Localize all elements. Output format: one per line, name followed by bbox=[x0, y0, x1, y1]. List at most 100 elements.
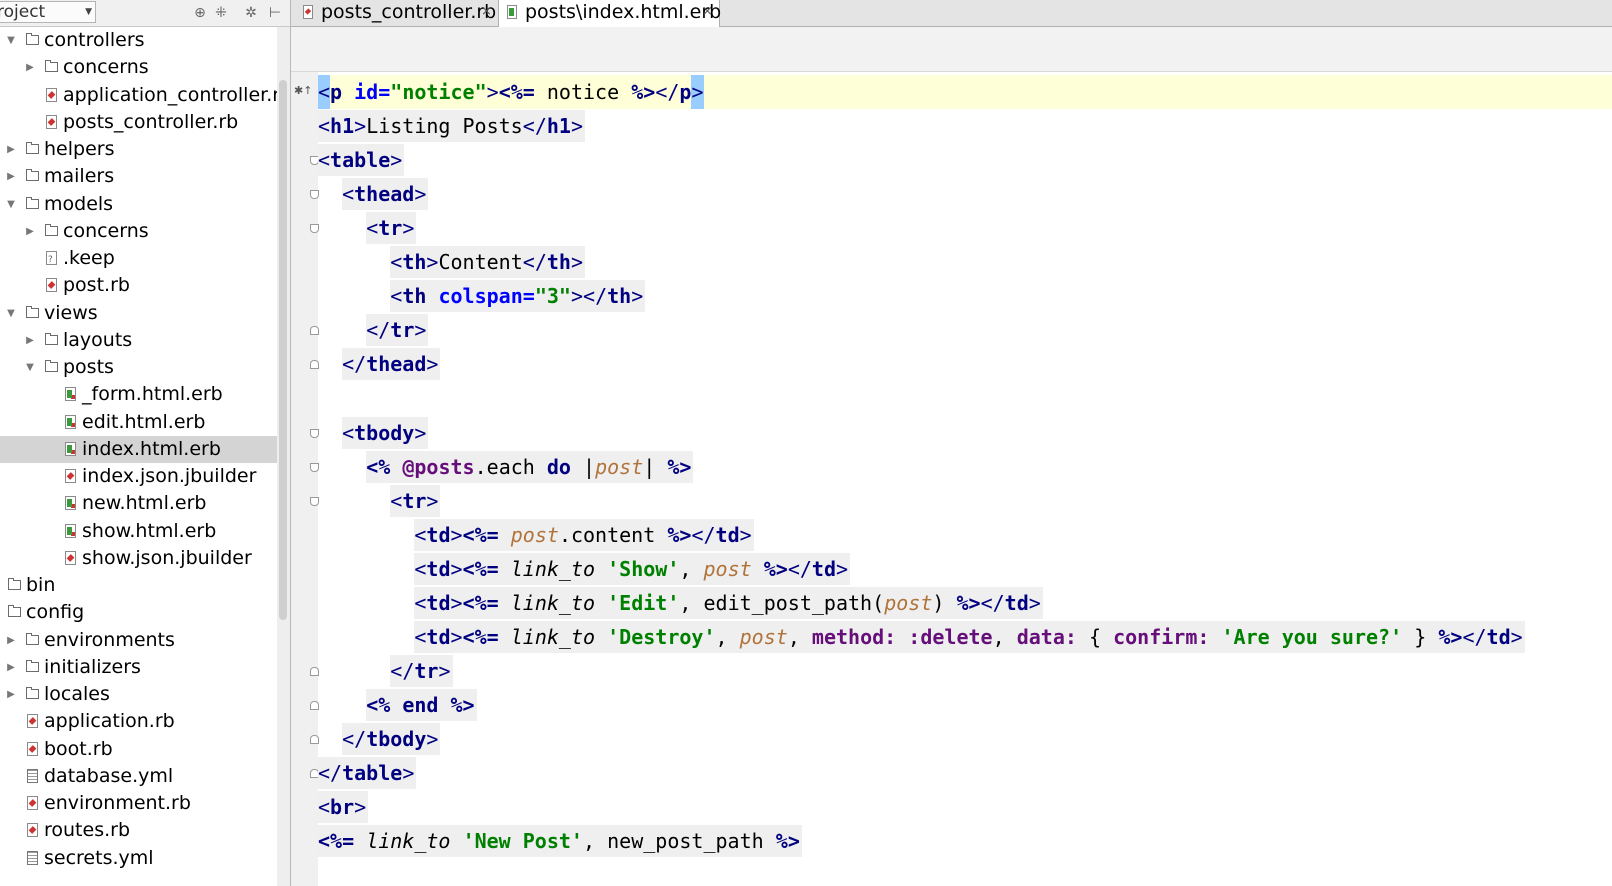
tree-item-form-html-erb[interactable]: _form.html.erb bbox=[0, 381, 277, 408]
code-token: th bbox=[402, 284, 427, 309]
code-line[interactable]: < tbody > bbox=[318, 416, 1612, 450]
collapsed-arrow-icon[interactable]: ▶ bbox=[23, 54, 37, 81]
collapsed-arrow-icon[interactable]: ▶ bbox=[4, 627, 18, 654]
bookmark-icon[interactable]: ✱↑ bbox=[294, 84, 312, 97]
project-view-dropdown[interactable]: roject ▼ bbox=[0, 1, 96, 23]
tree-item-routes-rb[interactable]: routes.rb bbox=[0, 817, 277, 844]
tree-item-environment-rb[interactable]: environment.rb bbox=[0, 790, 277, 817]
code-token: > bbox=[570, 250, 584, 275]
tree-item-label: environment.rb bbox=[44, 792, 191, 814]
code-line[interactable]: <% @posts .each do | post | %> bbox=[318, 450, 1612, 484]
tree-item-label: boot.rb bbox=[44, 737, 113, 760]
collapse-icon[interactable]: ⁜ bbox=[212, 2, 230, 24]
collapsed-arrow-icon[interactable]: ▶ bbox=[23, 327, 37, 354]
code-line[interactable]: < p id= "notice" > <%= notice %> </p > bbox=[318, 75, 1612, 109]
code-line[interactable]: < tr > bbox=[318, 211, 1612, 245]
tree-item-config[interactable]: config bbox=[0, 599, 277, 626]
tree-item-posts-controller-rb[interactable]: posts_controller.rb bbox=[0, 109, 277, 136]
tree-item-index-html-erb[interactable]: index.html.erb bbox=[0, 435, 277, 463]
code-line[interactable]: < td > <%= link_to 'Edit', edit_post_path(p… bbox=[318, 586, 1612, 620]
code-token: br bbox=[330, 795, 355, 820]
code-line[interactable]: < tr > bbox=[318, 484, 1612, 518]
code-line[interactable]: </tr > bbox=[318, 313, 1612, 347]
close-icon[interactable]: × bbox=[481, 0, 492, 24]
folder-icon bbox=[26, 169, 39, 182]
code-line[interactable]: </tr > bbox=[318, 654, 1612, 688]
code-token: link_to bbox=[366, 829, 451, 854]
code-line[interactable]: </tbody > bbox=[318, 722, 1612, 756]
code-line[interactable]: < th colspan= "3" > </th > bbox=[318, 279, 1612, 313]
tree-item-label: posts bbox=[63, 356, 114, 378]
code-token: > bbox=[414, 420, 427, 445]
target-icon[interactable]: ⊕ bbox=[191, 2, 209, 24]
tree-item-bin[interactable]: bin bbox=[0, 572, 277, 599]
tree-item-controllers[interactable]: ▼ controllers bbox=[0, 27, 277, 54]
tree-item-application-controller-rb[interactable]: application_controller.rb bbox=[0, 82, 277, 109]
code-line[interactable]: < h1 > Listing Posts </h1 > bbox=[318, 109, 1612, 143]
collapsed-arrow-icon[interactable]: ▶ bbox=[23, 218, 37, 245]
tree-item-helpers[interactable]: ▶ helpers bbox=[0, 136, 277, 163]
tree-item-database-yml[interactable]: database.yml bbox=[0, 763, 277, 790]
expanded-arrow-icon[interactable]: ▼ bbox=[4, 191, 18, 218]
close-icon[interactable]: × bbox=[702, 0, 713, 24]
tab-posts-controller[interactable]: posts_controller.rb × bbox=[295, 0, 496, 26]
tree-item-posts[interactable]: ▼ posts bbox=[0, 354, 277, 381]
code-token: th bbox=[607, 284, 632, 309]
tree-item-new-html-erb[interactable]: new.html.erb bbox=[0, 490, 277, 517]
ruby-file-icon bbox=[303, 5, 313, 19]
ruby-file-icon bbox=[65, 550, 76, 565]
code-token: > bbox=[426, 726, 439, 751]
tree-item-application-rb[interactable]: application.rb bbox=[0, 708, 277, 735]
code-line[interactable]: <%= link_to 'New Post', new_post_path %> bbox=[318, 824, 1612, 858]
code-line[interactable]: <% end %> bbox=[318, 688, 1612, 722]
tree-scrollbar-thumb[interactable] bbox=[279, 80, 287, 620]
tree-item-boot-rb[interactable]: boot.rb bbox=[0, 736, 277, 763]
code-line[interactable]: </table > bbox=[318, 756, 1612, 790]
code-token: > bbox=[450, 624, 463, 649]
expanded-arrow-icon[interactable]: ▼ bbox=[4, 300, 18, 327]
tree-item-show-html-erb[interactable]: show.html.erb bbox=[0, 518, 277, 545]
tree-item-mailers[interactable]: ▶ mailers bbox=[0, 163, 277, 190]
code-token: </ bbox=[390, 658, 415, 683]
code-line[interactable]: < table > bbox=[318, 143, 1612, 177]
tree-item-models[interactable]: ▼ models bbox=[0, 191, 277, 218]
tree-item-post-rb[interactable]: post.rb bbox=[0, 272, 277, 299]
tree-item-layouts[interactable]: ▶ layouts bbox=[0, 327, 277, 354]
code-line[interactable]: < td > <%= post .content %> </td > bbox=[318, 518, 1612, 552]
tree-item-initializers[interactable]: ▶ initializers bbox=[0, 654, 277, 681]
expanded-arrow-icon[interactable]: ▼ bbox=[23, 354, 37, 381]
tree-item-concerns[interactable]: ▶ concerns bbox=[0, 218, 277, 245]
hide-icon[interactable]: ⊢ bbox=[266, 2, 284, 24]
tree-item-index-json-jbuilder[interactable]: index.json.jbuilder bbox=[0, 463, 277, 490]
gear-icon[interactable]: ✲ bbox=[242, 2, 260, 24]
tree-item-environments[interactable]: ▶ environments bbox=[0, 627, 277, 654]
tab-index-html-erb[interactable]: posts\index.html.erb × bbox=[498, 0, 721, 27]
tree-item-secrets-yml[interactable]: secrets.yml bbox=[0, 845, 277, 872]
collapsed-arrow-icon[interactable]: ▶ bbox=[4, 163, 18, 190]
code-line[interactable]: </thead > bbox=[318, 347, 1612, 381]
code-editor[interactable]: < p id= "notice" > <%= notice %> </p > < h1 > List… bbox=[318, 72, 1612, 886]
collapsed-arrow-icon[interactable]: ▶ bbox=[4, 136, 18, 163]
tree-item-show-json-jbuilder[interactable]: show.json.jbuilder bbox=[0, 545, 277, 572]
code-token: th bbox=[546, 250, 571, 275]
expanded-arrow-icon[interactable]: ▼ bbox=[4, 27, 18, 54]
ruby-file-icon bbox=[27, 714, 38, 729]
tree-item-views[interactable]: ▼ views bbox=[0, 300, 277, 327]
code-line[interactable]: < thead > bbox=[318, 177, 1612, 211]
code-token: </ bbox=[980, 590, 1005, 615]
collapsed-arrow-icon[interactable]: ▶ bbox=[4, 654, 18, 681]
code-line[interactable]: < br > bbox=[318, 790, 1612, 824]
tree-item-label: .keep bbox=[63, 247, 115, 269]
tree-item-edit-html-erb[interactable]: edit.html.erb bbox=[0, 409, 277, 436]
tree-item-concerns[interactable]: ▶ concerns bbox=[0, 54, 277, 81]
code-line[interactable]: < td > <%= link_to 'Show', post %> </td > bbox=[318, 552, 1612, 586]
code-line[interactable]: < th > Content </th > bbox=[318, 245, 1612, 279]
code-line[interactable]: < td > <%= link_to 'Destroy', post, method:… bbox=[318, 620, 1612, 654]
tree-item-locales[interactable]: ▶ locales bbox=[0, 681, 277, 708]
collapsed-arrow-icon[interactable]: ▶ bbox=[4, 681, 18, 708]
code-line[interactable] bbox=[318, 381, 1612, 415]
tree-item-keep[interactable]: .keep bbox=[0, 245, 277, 274]
